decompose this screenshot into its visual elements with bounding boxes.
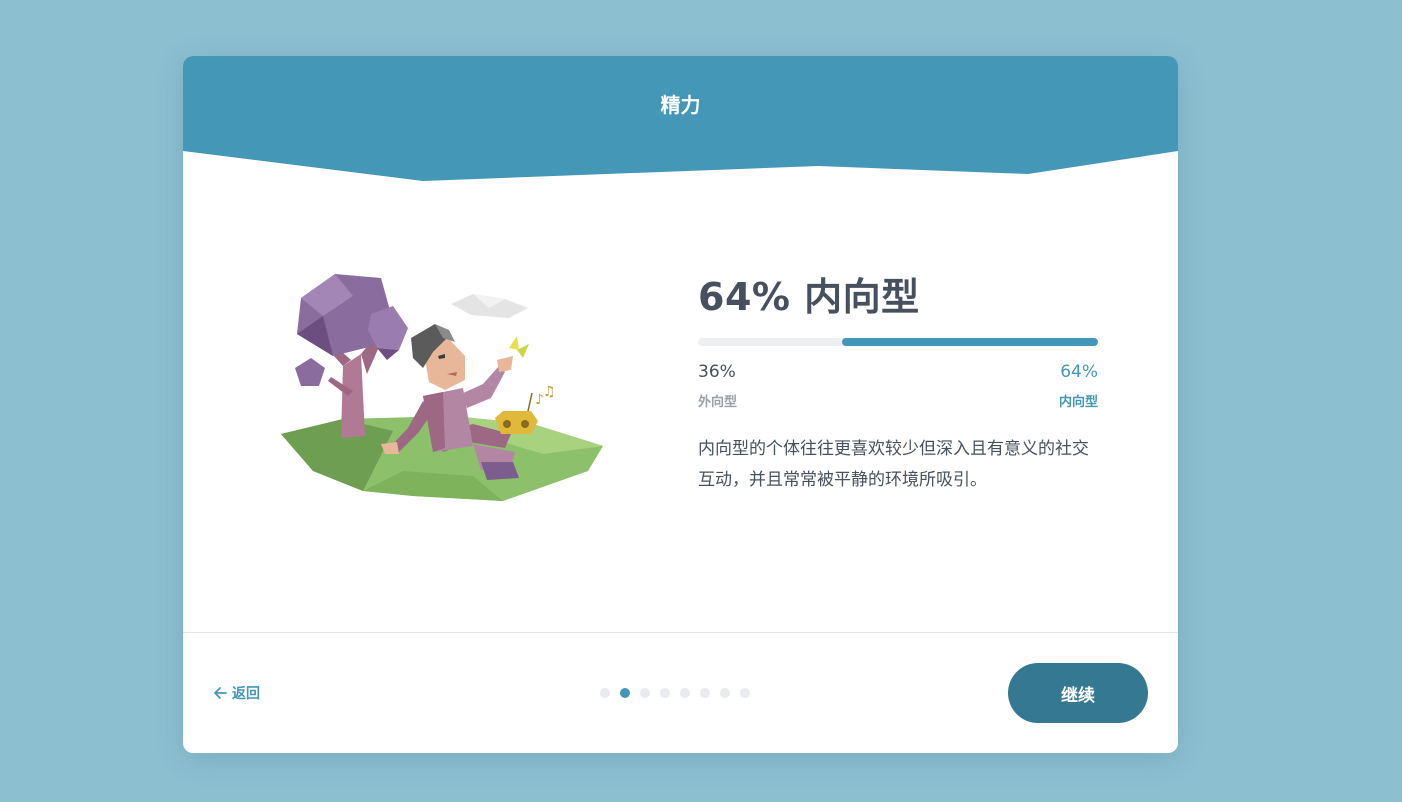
extravert-label: 外向型 <box>698 395 738 410</box>
back-button[interactable]: 返回 <box>213 683 260 703</box>
page-title: 精力 <box>660 93 701 117</box>
footer-divider <box>183 632 1178 633</box>
introvert-label: 内向型 <box>1058 395 1098 410</box>
extravert-percent: 36% <box>698 362 736 382</box>
person-under-tree-illustration: ♪ ♫ <box>281 274 603 501</box>
pagination-dot[interactable] <box>660 688 670 698</box>
pagination-dot[interactable] <box>620 688 630 698</box>
pagination-dot[interactable] <box>700 688 710 698</box>
pagination-dot[interactable] <box>740 688 750 698</box>
pagination-dot[interactable] <box>640 688 650 698</box>
result-title: 64% 内向型 <box>698 275 920 319</box>
pagination-dot[interactable] <box>600 688 610 698</box>
arrow-left-icon <box>214 687 227 699</box>
continue-button[interactable]: 继续 <box>1008 663 1148 723</box>
pagination-dots <box>600 687 760 699</box>
pagination-dot[interactable] <box>720 688 730 698</box>
trait-progress-bar <box>698 338 1098 346</box>
introvert-percent: 64% <box>1060 362 1098 382</box>
svg-text:♫: ♫ <box>543 384 556 400</box>
pagination-dot[interactable] <box>680 688 690 698</box>
header-banner <box>183 56 1178 181</box>
introvert-progress-fill <box>842 338 1098 346</box>
result-card: 精力 ♪ ♫ 64% 内向型 36% 64% 外向型 内向型 内向型的个体往往更… <box>183 56 1178 753</box>
back-label: 返回 <box>232 686 260 702</box>
result-description: 内向型的个体往往更喜欢较少但深入且有意义的社交互动，并且常常被平静的环境所吸引。 <box>698 439 1089 490</box>
